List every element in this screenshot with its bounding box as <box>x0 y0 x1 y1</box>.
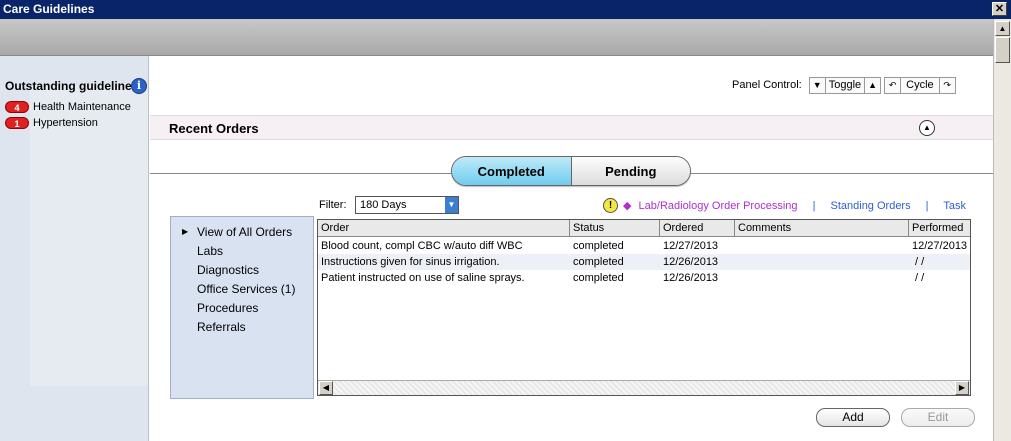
category-labs[interactable]: Labs <box>197 244 223 258</box>
horizontal-scrollbar[interactable]: ◀ ▶ <box>318 380 970 395</box>
chevron-down-icon[interactable]: ▼ <box>808 76 826 94</box>
guidelines-panel-inner <box>30 86 148 386</box>
vertical-scrollbar[interactable]: ▲ <box>993 19 1011 441</box>
link-separator: | <box>925 200 929 212</box>
guidelines-title: Outstanding guidelines: <box>5 79 143 93</box>
expand-arrow-icon: ▶ <box>182 227 189 236</box>
category-referrals[interactable]: Referrals <box>197 320 246 334</box>
scroll-left-icon[interactable]: ◀ <box>319 381 333 395</box>
task-link[interactable]: Task <box>943 200 966 212</box>
cell-ordered: 12/27/2013 <box>663 240 719 252</box>
scroll-up-icon[interactable]: ▲ <box>995 21 1010 36</box>
panel-control-label: Panel Control: <box>732 79 802 91</box>
close-icon[interactable]: ✕ <box>992 2 1007 16</box>
status-toggle: Completed Pending <box>451 156 691 186</box>
column-header-comments[interactable]: Comments <box>735 220 909 237</box>
tab-pending[interactable]: Pending <box>571 157 690 185</box>
column-header-performed[interactable]: Performed <box>909 220 970 237</box>
cell-comments <box>735 254 909 270</box>
guideline-item-health-maintenance[interactable]: 4 Health Maintenance <box>5 100 131 114</box>
scroll-thumb[interactable] <box>995 37 1010 63</box>
cell-ordered: 12/26/2013 <box>663 256 719 268</box>
diamond-icon: ◆ <box>623 200 632 212</box>
cell-status: completed <box>573 272 624 284</box>
category-procedures[interactable]: Procedures <box>197 301 258 315</box>
recent-orders-title: Recent Orders <box>169 121 259 136</box>
window-titlebar: Care Guidelines ✕ <box>0 0 1011 19</box>
edit-button[interactable]: Edit <box>901 408 975 427</box>
table-row[interactable]: Instructions given for sinus irrigation.… <box>318 254 970 270</box>
column-header-ordered[interactable]: Ordered <box>660 220 735 237</box>
warning-icon: ! <box>603 198 618 213</box>
table-row[interactable]: Patient instructed on use of saline spra… <box>318 270 970 286</box>
standing-orders-link[interactable]: Standing Orders <box>831 200 911 212</box>
cell-comments <box>735 270 909 286</box>
links-bar: ◆ Lab/Radiology Order Processing | Stand… <box>623 199 966 212</box>
category-panel: ▶ View of All Orders Labs Diagnostics Of… <box>170 216 314 399</box>
cycle-back-icon[interactable]: ↶ <box>884 76 902 94</box>
toolbar <box>0 19 993 56</box>
lab-radiology-link[interactable]: Lab/Radiology Order Processing <box>639 200 798 212</box>
cell-status: completed <box>573 240 624 252</box>
filter-select[interactable]: 180 Days ▼ <box>355 196 459 214</box>
panel-control: Panel Control: ▼ Toggle ▲ ↶ Cycle ↷ <box>732 76 956 94</box>
add-button[interactable]: Add <box>816 408 890 427</box>
window-title: Care Guidelines <box>3 2 95 16</box>
guideline-label: Health Maintenance <box>33 101 131 113</box>
filter-label: Filter: <box>319 199 347 211</box>
chevron-down-icon[interactable]: ▼ <box>445 197 458 213</box>
guideline-label: Hypertension <box>33 117 98 129</box>
table-header: Order Status Ordered Comments Performed <box>318 220 970 237</box>
count-badge: 4 <box>5 101 29 113</box>
recent-orders-header: Recent Orders ▲ <box>150 115 993 140</box>
cycle-button[interactable]: Cycle <box>901 76 939 94</box>
guideline-item-hypertension[interactable]: 1 Hypertension <box>5 116 98 130</box>
info-icon[interactable]: i <box>131 78 147 94</box>
cell-comments <box>735 238 909 254</box>
toggle-button[interactable]: Toggle <box>825 76 865 94</box>
count-badge: 1 <box>5 117 29 129</box>
filter-value: 180 Days <box>360 199 407 211</box>
cell-status: completed <box>573 256 624 268</box>
category-view-all-orders[interactable]: View of All Orders <box>197 225 292 239</box>
cell-order: Patient instructed on use of saline spra… <box>321 272 525 284</box>
link-separator: | <box>812 200 816 212</box>
cell-performed: / / <box>915 256 925 268</box>
cell-order: Instructions given for sinus irrigation. <box>321 256 500 268</box>
column-header-order[interactable]: Order <box>318 220 570 237</box>
chevron-up-icon[interactable]: ▲ <box>864 76 882 94</box>
cell-order: Blood count, compl CBC w/auto diff WBC <box>321 240 523 252</box>
cell-ordered: 12/26/2013 <box>663 272 719 284</box>
scroll-right-icon[interactable]: ▶ <box>955 381 969 395</box>
category-diagnostics[interactable]: Diagnostics <box>197 263 259 277</box>
orders-table: Order Status Ordered Comments Performed … <box>317 219 971 396</box>
cell-performed: / / <box>915 272 925 284</box>
cycle-forward-icon[interactable]: ↷ <box>938 76 956 94</box>
collapse-icon[interactable]: ▲ <box>919 120 935 136</box>
tab-completed[interactable]: Completed <box>452 157 572 185</box>
cell-performed: 12/27/2013 <box>912 240 968 252</box>
category-office-services[interactable]: Office Services (1) <box>197 282 295 296</box>
column-header-status[interactable]: Status <box>570 220 660 237</box>
table-row[interactable]: Blood count, compl CBC w/auto diff WBC c… <box>318 238 970 254</box>
